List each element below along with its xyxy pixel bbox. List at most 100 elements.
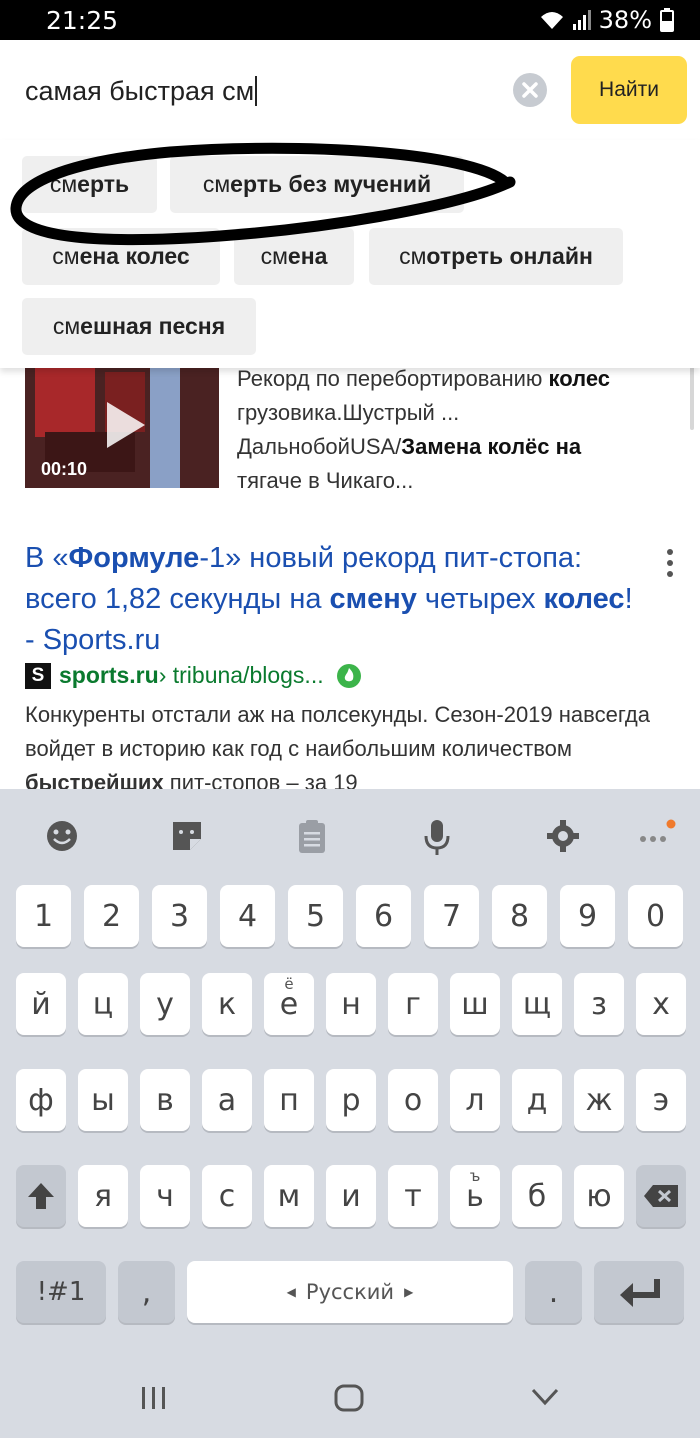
language-label: Русский [305,1280,395,1304]
backspace-key[interactable] [636,1165,686,1227]
battery-percent: 38% [598,6,652,34]
key-letter[interactable]: д [512,1069,562,1131]
sticker-icon[interactable] [170,819,204,853]
key-letter[interactable]: т [388,1165,438,1227]
suggestion-chip[interactable]: см ерть [22,156,157,213]
key-letter[interactable]: а [202,1069,252,1131]
clear-search-button[interactable] [513,73,547,107]
key-9[interactable]: 9 [560,885,615,947]
microphone-icon[interactable] [424,819,450,857]
key-6[interactable]: 6 [356,885,411,947]
recent-apps-icon[interactable] [140,1386,168,1410]
key-letter[interactable]: м [264,1165,314,1227]
key-letter[interactable]: л [450,1069,500,1131]
space-key[interactable]: ◀ Русский ▶ [187,1261,513,1323]
keyboard-toolbar [0,789,700,881]
key-letter[interactable]: у [140,973,190,1035]
result-snippet: Конкуренты отстали аж на полсекунды. Сез… [25,702,650,795]
search-input[interactable]: самая быстрая см [25,76,258,107]
key-letter[interactable]: з [574,973,624,1035]
key-letter[interactable]: р [326,1069,376,1131]
arrow-right-icon: ▶ [404,1285,414,1299]
key-letter[interactable]: я [78,1165,128,1227]
key-letter[interactable]: ы [78,1069,128,1131]
key-letter[interactable]: ж [574,1069,624,1131]
status-time: 21:25 [46,6,119,35]
key-letter[interactable]: щ [512,973,562,1035]
key-5[interactable]: 5 [288,885,343,947]
key-letter[interactable]: о [388,1069,438,1131]
keyboard: 1 2 3 4 5 6 7 8 9 0 й ц у к ёе н г ш щ з… [0,789,700,1438]
search-header: самая быстрая см Найти [0,40,700,140]
backspace-icon [644,1185,678,1207]
turbo-page-icon [336,663,361,688]
key-letter[interactable]: б [512,1165,562,1227]
clipboard-icon[interactable] [297,819,327,855]
key-2[interactable]: 2 [84,885,139,947]
symbols-key[interactable]: !#1 [16,1261,106,1323]
key-letter[interactable]: г [388,973,438,1035]
suggestions-panel: см ерть см ерть без мучений см ена колес см… [0,140,700,368]
suggestion-chip[interactable]: см ена колес [22,228,220,285]
video-thumbnail[interactable]: 00:10 [25,362,219,488]
alt-char: ъ [469,1167,481,1185]
status-bar: 21:25 38% [0,0,700,40]
key-letter[interactable]: с [202,1165,252,1227]
video-duration: 00:10 [41,459,88,479]
key-letter[interactable]: в [140,1069,190,1131]
battery-icon [660,8,674,32]
key-letter-e[interactable]: ёе [264,973,314,1035]
key-letter[interactable]: ш [450,973,500,1035]
comma-key[interactable]: , [118,1261,175,1323]
url-path: › tribuna/blogs... [158,662,324,688]
suggestion-chip[interactable]: см ена [234,228,354,285]
key-letter[interactable]: ч [140,1165,190,1227]
play-icon [107,402,145,448]
result-url[interactable]: S sports.ru › tribuna/blogs... [25,662,362,689]
shift-key[interactable] [16,1165,66,1227]
key-0[interactable]: 0 [628,885,683,947]
key-letter[interactable]: й [16,973,66,1035]
more-icon[interactable] [638,817,678,847]
url-host: sports.ru [59,662,159,688]
key-letter[interactable]: ц [78,973,128,1035]
settings-gear-icon[interactable] [546,819,580,853]
key-letter[interactable]: к [202,973,252,1035]
signal-icon [572,10,591,30]
key-8[interactable]: 8 [492,885,547,947]
key-7[interactable]: 7 [424,885,479,947]
video-snippet[interactable]: Рекорд по перебортированию колес грузови… [237,362,677,498]
key-3[interactable]: 3 [152,885,207,947]
back-chevron-down-icon[interactable] [531,1388,559,1406]
key-letter[interactable]: н [326,973,376,1035]
close-icon [522,82,538,98]
enter-key[interactable] [594,1261,684,1323]
more-options-icon[interactable] [664,548,676,578]
shift-arrow-icon [28,1183,54,1209]
key-letter[interactable]: и [326,1165,376,1227]
arrow-left-icon: ◀ [286,1285,296,1299]
wifi-icon [540,12,563,29]
key-letter[interactable]: х [636,973,686,1035]
key-letter[interactable]: п [264,1069,314,1131]
status-icons: 38% [539,6,674,34]
alt-char: ё [284,975,294,993]
key-4[interactable]: 4 [220,885,275,947]
key-letter[interactable]: ю [574,1165,624,1227]
enter-arrow-icon [620,1279,660,1307]
text-cursor [255,76,258,106]
favicon: S [25,662,51,689]
home-icon[interactable] [334,1384,364,1412]
key-letter-soft-sign[interactable]: ъь [450,1165,500,1227]
result-title-link[interactable]: В «Формуле-1» новый рекорд пит-стопа: вс… [25,538,635,661]
key-1[interactable]: 1 [16,885,71,947]
suggestion-chip[interactable]: см ешная песня [22,298,256,355]
system-nav-bar [0,1358,700,1438]
emoji-icon[interactable] [45,819,79,853]
period-key[interactable]: . [525,1261,582,1323]
key-letter[interactable]: ф [16,1069,66,1131]
key-letter[interactable]: э [636,1069,686,1131]
suggestion-chip[interactable]: см отреть онлайн [369,228,623,285]
find-button[interactable]: Найти [571,56,687,124]
suggestion-chip[interactable]: см ерть без мучений [170,156,464,213]
